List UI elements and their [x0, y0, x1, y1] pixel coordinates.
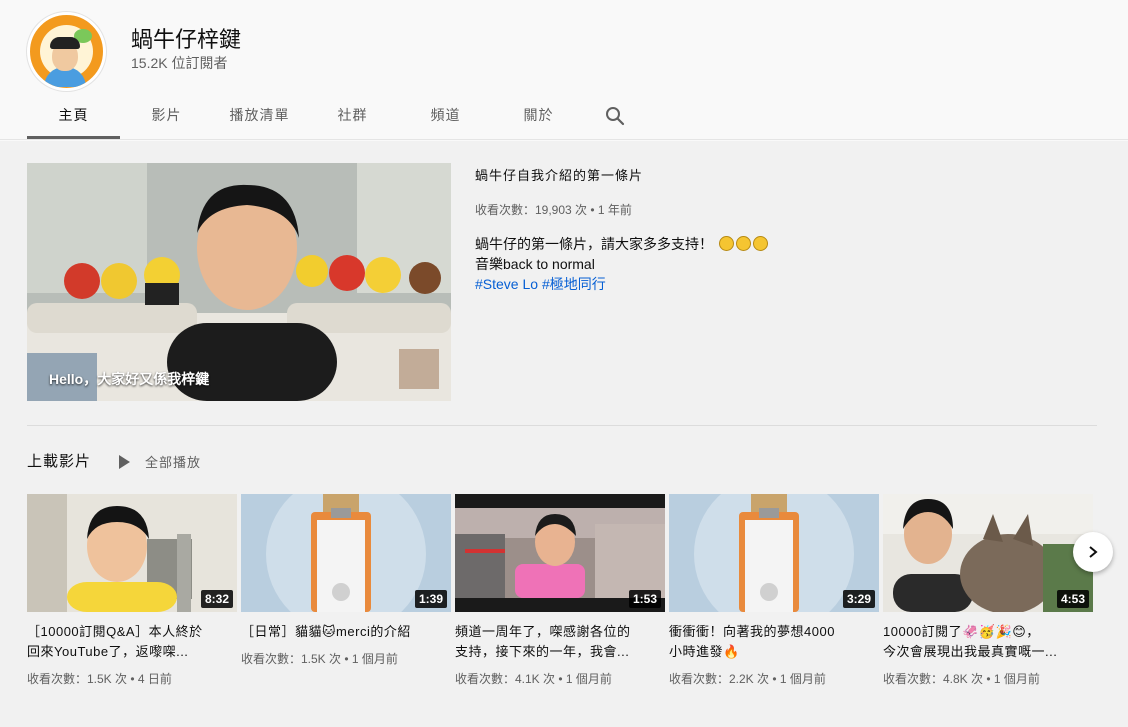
chevron-right-icon	[1089, 546, 1098, 558]
video-card[interactable]: 1:53 頻道一周年了，㗎感謝各位的 支持，接下來的一年，我會... 收看次數：…	[455, 494, 665, 687]
video-title-line: 10000訂閱了🦑🥳🎉😊，	[883, 624, 1040, 639]
description-line-2: 音樂back to normal	[475, 256, 595, 272]
tab-videos[interactable]: 影片	[120, 92, 213, 139]
video-title-line: 支持，接下來的一年，我會...	[455, 644, 630, 659]
tab-playlists[interactable]: 播放清單	[213, 92, 306, 139]
channel-name: 蝸牛仔梓鍵	[131, 27, 242, 52]
play-all-button[interactable]: 全部播放	[119, 452, 201, 471]
description-line-1: 蝸牛仔的第一條片，請大家多多支持！	[475, 236, 713, 252]
video-thumbnail[interactable]: 4:53	[883, 494, 1093, 612]
video-title[interactable]: 10000訂閱了🦑🥳🎉😊， 今次會展現出我最真實嘅一...	[883, 622, 1093, 662]
video-thumbnail[interactable]: 1:39	[241, 494, 451, 612]
laughing-emoji-icon	[718, 236, 734, 251]
video-title[interactable]: ［10000訂閱Q&A］本人終於 回來YouTube了，返嚟㗎...	[27, 622, 237, 662]
featured-video-meta: 收看次數：19,903 次 • 1 年前	[475, 203, 632, 217]
video-card[interactable]: 1:39 ［日常］貓貓🐱merci的介紹 收看次數：1.5K 次 • 1 個月前	[241, 494, 451, 667]
video-card[interactable]: 4:53 10000訂閱了🦑🥳🎉😊， 今次會展現出我最真實嘅一... 收看次數：…	[883, 494, 1093, 687]
video-duration: 8:32	[200, 590, 233, 608]
tab-about[interactable]: 關於	[492, 92, 585, 139]
section-divider	[27, 425, 1097, 426]
channel-avatar[interactable]	[27, 12, 106, 91]
play-icon	[119, 454, 130, 469]
channel-tabs: 主頁 影片 播放清單 社群 頻道 關於	[27, 92, 645, 139]
video-card[interactable]: 3:29 衝衝衝！向著我的夢想4000 小時進發🔥 收看次數：2.2K 次 • …	[669, 494, 879, 687]
channel-home-content: Hello，大家好又係我梓鍵 蝸牛仔自我介紹的第一條片 收看次數：19,903 …	[0, 141, 1128, 727]
uploads-video-list: 8:32 ［10000訂閱Q&A］本人終於 回來YouTube了，返嚟㗎... …	[27, 494, 1097, 694]
video-title-line: ［10000訂閱Q&A］本人終於	[27, 624, 203, 639]
video-card[interactable]: 8:32 ［10000訂閱Q&A］本人終於 回來YouTube了，返嚟㗎... …	[27, 494, 237, 687]
video-title[interactable]: 頻道一周年了，㗎感謝各位的 支持，接下來的一年，我會...	[455, 622, 665, 662]
video-duration: 3:29	[842, 590, 875, 608]
laughing-emoji-icon	[752, 236, 768, 251]
avatar-hair	[50, 37, 80, 49]
play-all-label: 全部播放	[145, 455, 202, 470]
video-title-line: 回來YouTube了，返嚟㗎...	[27, 644, 189, 659]
carousel-next-button[interactable]	[1073, 532, 1113, 572]
uploads-shelf-title[interactable]: 上載影片	[27, 450, 91, 471]
video-meta: 收看次數：1.5K 次 • 1 個月前	[241, 652, 398, 666]
subscriber-count: 15.2K 位訂閱者	[131, 55, 228, 71]
search-button[interactable]	[585, 92, 645, 139]
featured-video-description: 蝸牛仔的第一條片，請大家多多支持！ 音樂back to normal #Stev…	[475, 234, 768, 294]
laughing-emoji-icon	[735, 236, 751, 251]
video-duration: 1:53	[628, 590, 661, 608]
featured-video-title[interactable]: 蝸牛仔自我介紹的第一條片	[475, 165, 643, 184]
video-duration: 1:39	[414, 590, 447, 608]
tab-community[interactable]: 社群	[306, 92, 399, 139]
video-meta: 收看次數：4.8K 次 • 1 個月前	[883, 672, 1040, 686]
hashtag-link[interactable]: #極地同行	[542, 276, 606, 292]
video-meta: 收看次數：2.2K 次 • 1 個月前	[669, 672, 826, 686]
featured-video-caption: Hello，大家好又係我梓鍵	[49, 371, 210, 387]
search-icon	[606, 106, 625, 125]
video-title-line: ［日常］貓貓🐱merci的介紹	[241, 624, 411, 639]
video-thumbnail[interactable]: 8:32	[27, 494, 237, 612]
video-title-line: 今次會展現出我最真實嘅一...	[883, 644, 1058, 659]
tab-channels[interactable]: 頻道	[399, 92, 492, 139]
video-duration: 4:53	[1056, 590, 1089, 608]
featured-video-frame	[27, 163, 451, 401]
video-meta: 收看次數：1.5K 次 • 4 日前	[27, 672, 172, 686]
hashtag-link[interactable]: #Steve Lo	[475, 276, 538, 292]
video-title-line: 衝衝衝！向著我的夢想4000	[669, 624, 835, 639]
video-thumbnail[interactable]: 1:53	[455, 494, 665, 612]
video-title[interactable]: 衝衝衝！向著我的夢想4000 小時進發🔥	[669, 622, 879, 662]
video-title-line: 頻道一周年了，㗎感謝各位的	[455, 624, 631, 639]
channel-header: 蝸牛仔梓鍵 15.2K 位訂閱者 主頁 影片 播放清單 社群 頻道 關於	[0, 0, 1128, 140]
video-thumbnail[interactable]: 3:29	[669, 494, 879, 612]
video-title-line: 小時進發🔥	[669, 644, 740, 659]
video-meta: 收看次數：4.1K 次 • 1 個月前	[455, 672, 612, 686]
tab-home[interactable]: 主頁	[27, 92, 120, 139]
featured-video-player[interactable]: Hello，大家好又係我梓鍵	[27, 163, 451, 401]
